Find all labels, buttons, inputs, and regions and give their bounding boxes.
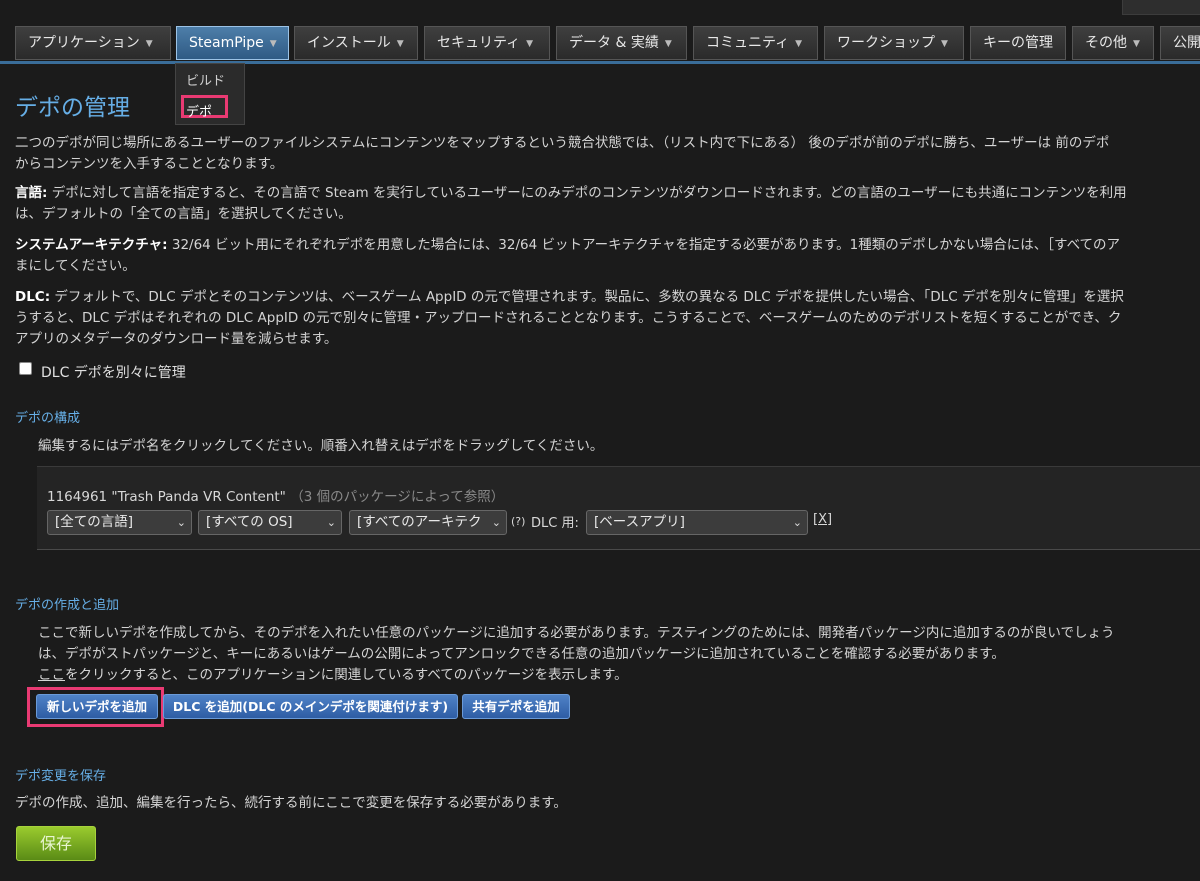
intro-line: からコンテンツを入手することとなります。 xyxy=(15,156,284,172)
tab-label: SteamPipe xyxy=(189,35,264,51)
tab-steampipe[interactable]: SteamPipe ▼ xyxy=(176,26,289,60)
select-value: [すべてのアーキテク xyxy=(357,514,482,530)
dropdown-item-depot[interactable]: デポ xyxy=(186,101,212,120)
depot-title: 1164961 "Trash Panda VR Content" （3 個のパッ… xyxy=(47,485,504,505)
tab-workshop[interactable]: ワークショップ ▼ xyxy=(824,26,964,60)
chevron-down-icon: ▼ xyxy=(145,39,153,49)
tab-label: データ & 実績 xyxy=(569,35,659,51)
top-right-control xyxy=(1122,0,1200,15)
depot-package-refs: （3 個のパッケージによって参照） xyxy=(290,489,505,505)
packages-link[interactable]: ここ xyxy=(38,667,65,683)
chevron-down-icon: ▼ xyxy=(795,39,803,49)
remove-depot-link[interactable]: [X] xyxy=(813,512,832,527)
intro-paragraph: 二つのデポが同じ場所にあるユーザーのファイルシステムにコンテンツをマップするとい… xyxy=(15,133,1200,175)
create-line: は、デポがストパッケージと、キーにあるいはゲームの公開によってアンロックできる任… xyxy=(38,646,1005,662)
dropdown-item-build[interactable]: ビルド xyxy=(186,70,225,89)
arch-text: 32/64 ビット用にそれぞれデポを用意した場合には、32/64 ビットアーキテ… xyxy=(167,237,1121,253)
tab-community[interactable]: コミュニティ ▼ xyxy=(693,26,818,60)
tab-install[interactable]: インストール ▼ xyxy=(294,26,418,60)
arch-label: システムアーキテクチャ: xyxy=(15,237,168,253)
depot-row[interactable]: 1164961 "Trash Panda VR Content" （3 個のパッ… xyxy=(37,466,1200,550)
tab-label: インストール xyxy=(307,35,391,51)
save-text: デポの作成、追加、編集を行ったら、続行する前にここで変更を保存する必要があります… xyxy=(15,795,567,811)
tab-label: 公開 xyxy=(1173,35,1200,51)
dlc-for-label: DLC 用: xyxy=(531,516,579,531)
dlc-text: うすると、DLC デポはそれぞれの DLC AppID の元で別々に管理・アップ… xyxy=(15,310,1122,326)
depot-config-instruction: 編集するにはデポ名をクリックしてください。順番入れ替えはデポをドラッグしてくださ… xyxy=(38,438,604,454)
chevron-down-icon: ▼ xyxy=(1133,39,1140,49)
tab-publish[interactable]: 公開 xyxy=(1160,26,1200,60)
tab-security[interactable]: セキュリティ ▼ xyxy=(424,26,550,60)
chevron-down-icon: ▼ xyxy=(941,39,948,49)
chevron-down-icon: ⌄ xyxy=(491,516,501,529)
chevron-down-icon: ⌄ xyxy=(176,516,186,529)
select-value: [すべての OS] xyxy=(206,514,293,530)
depot-name[interactable]: 1164961 "Trash Panda VR Content" xyxy=(47,489,286,505)
tab-key-management[interactable]: キーの管理 xyxy=(970,26,1066,60)
save-button[interactable]: 保存 xyxy=(16,826,96,861)
tab-label: その他 xyxy=(1085,35,1127,51)
chevron-down-icon: ▼ xyxy=(396,39,404,49)
dlc-separate-label: DLC デポを別々に管理 xyxy=(41,365,186,381)
create-line: をクリックすると、このアプリケーションに関連しているすべてのパッケージを表示しま… xyxy=(65,667,628,683)
dlc-text: デフォルトで、DLC デポとそのコンテンツは、ベースゲーム AppID の元で管… xyxy=(50,289,1124,305)
create-depot-heading: デポの作成と追加 xyxy=(15,598,120,613)
tab-label: コミュニティ xyxy=(706,35,790,51)
add-new-depot-button[interactable]: 新しいデポを追加 xyxy=(36,694,158,719)
intro-line: 二つのデポが同じ場所にあるユーザーのファイルシステムにコンテンツをマップするとい… xyxy=(15,135,1110,151)
add-shared-depot-button[interactable]: 共有デポを追加 xyxy=(462,694,570,719)
arch-paragraph: システムアーキテクチャ: 32/64 ビット用にそれぞれデポを用意した場合には、… xyxy=(15,235,1200,277)
dlc-for-select[interactable]: [ベースアプリ] ⌄ xyxy=(586,510,808,535)
dlc-text: アプリのメタデータのダウンロード量を減らせます。 xyxy=(15,331,338,347)
tab-other[interactable]: その他 ▼ xyxy=(1072,26,1154,60)
steampipe-dropdown: ビルド デポ xyxy=(175,63,245,125)
dlc-label: DLC: xyxy=(15,289,51,305)
tab-label: セキュリティ xyxy=(437,35,521,51)
page-title: デポの管理 xyxy=(15,95,130,121)
create-instructions: ここで新しいデポを作成してから、そのデポを入れたい任意のパッケージに追加する必要… xyxy=(38,623,1115,686)
chevron-down-icon: ▼ xyxy=(269,39,277,49)
language-label: 言語: xyxy=(15,185,48,201)
arch-text: まにしてください。 xyxy=(15,258,136,274)
tab-label: キーの管理 xyxy=(983,35,1053,51)
os-select[interactable]: [すべての OS] ⌄ xyxy=(198,510,342,535)
chevron-down-icon: ⌄ xyxy=(326,516,336,529)
create-line: ここで新しいデポを作成してから、そのデポを入れたい任意のパッケージに追加する必要… xyxy=(38,625,1115,641)
select-value: [全ての言語] xyxy=(55,514,134,530)
language-text: デポに対して言語を指定すると、その言語で Steam を実行しているユーザーにの… xyxy=(47,185,1127,201)
language-paragraph: 言語: デポに対して言語を指定すると、その言語で Steam を実行しているユー… xyxy=(15,183,1200,225)
chevron-down-icon: ▼ xyxy=(526,39,534,49)
language-select[interactable]: [全ての言語] ⌄ xyxy=(47,510,192,535)
tab-label: アプリケーション xyxy=(28,35,140,51)
chevron-down-icon: ⌄ xyxy=(792,516,802,529)
add-dlc-button[interactable]: DLC を追加(DLC のメインデポを関連付けます) xyxy=(163,694,458,719)
tab-label: ワークショップ xyxy=(837,35,935,51)
tab-application[interactable]: アプリケーション ▼ xyxy=(15,26,171,60)
depot-config-heading: デポの構成 xyxy=(15,411,81,426)
select-value: [ベースアプリ] xyxy=(594,514,685,530)
tab-data-achievements[interactable]: データ & 実績 ▼ xyxy=(556,26,687,60)
help-link[interactable]: (?) xyxy=(511,515,525,528)
main-nav: アプリケーション ▼ SteamPipe ▼ インストール ▼ セキュリティ ▼ データ… xyxy=(0,26,1200,62)
save-heading: デポ変更を保存 xyxy=(15,769,107,784)
dlc-separate-checkbox[interactable] xyxy=(19,362,32,375)
language-text: は、デフォルトの「全ての言語」を選択してください。 xyxy=(15,206,352,222)
arch-select[interactable]: [すべてのアーキテク ⌄ xyxy=(349,510,507,535)
dlc-paragraph: DLC: デフォルトで、DLC デポとそのコンテンツは、ベースゲーム AppID… xyxy=(15,287,1200,350)
chevron-down-icon: ▼ xyxy=(664,39,672,49)
